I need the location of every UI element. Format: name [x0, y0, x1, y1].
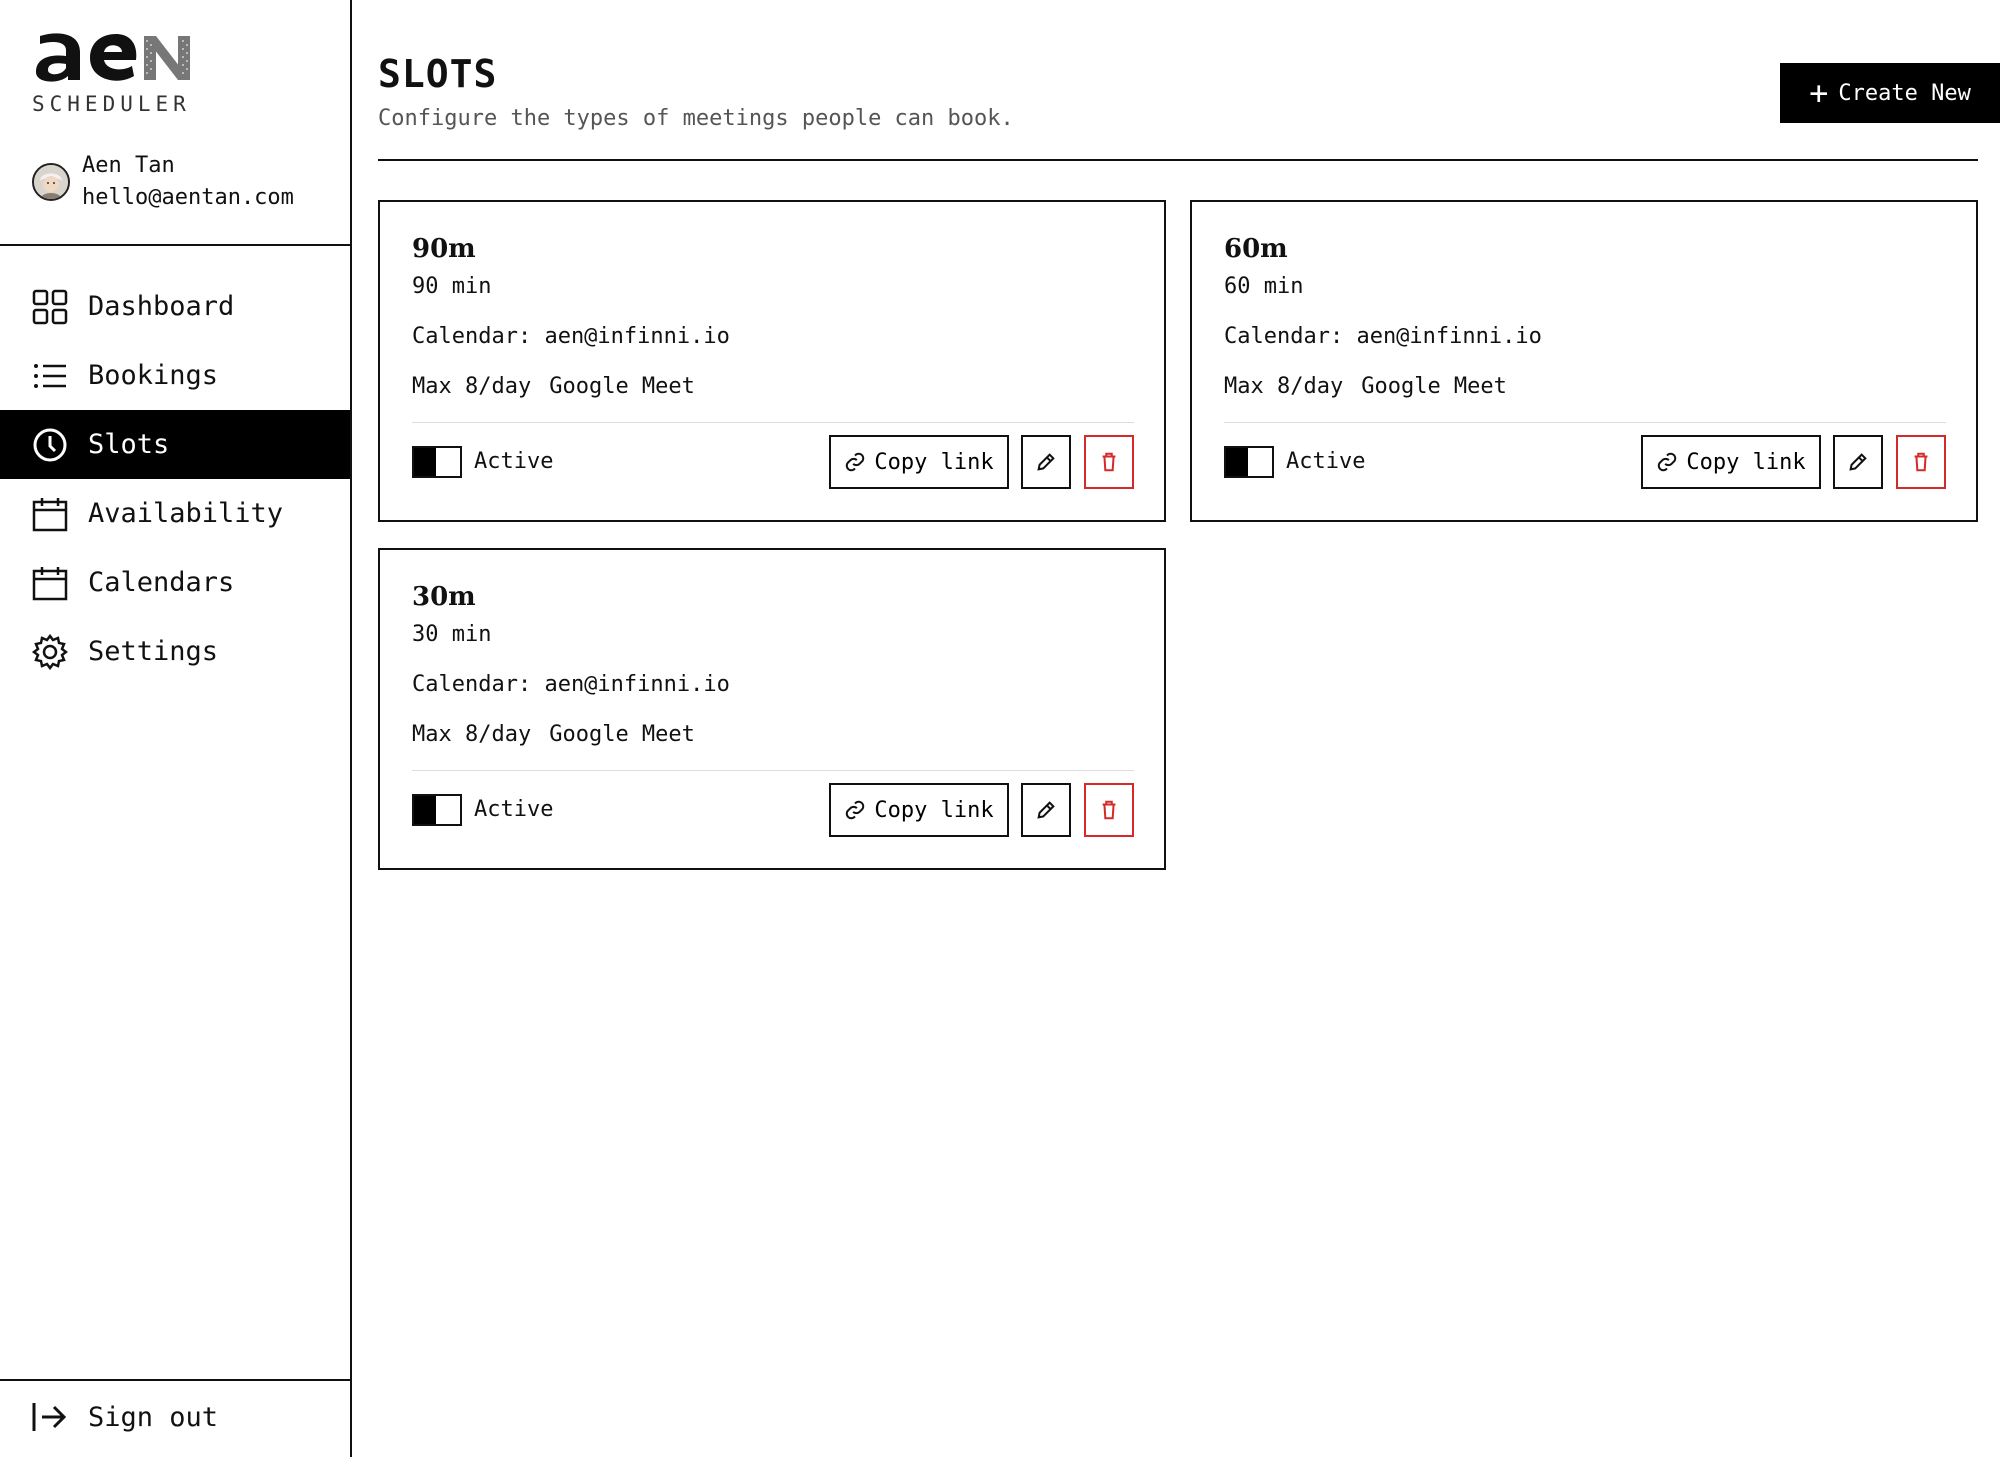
slot-calendar: Calendar: aen@infinni.io — [1224, 324, 1542, 349]
slot-calendar: Calendar: aen@infinni.io — [412, 324, 730, 349]
slot-location: Google Meet — [549, 374, 695, 399]
sidebar-item-dashboard[interactable]: Dashboard — [0, 272, 350, 341]
slot-title: 60m — [1224, 234, 1288, 264]
slot-max-per-day: Max 8/day — [1224, 374, 1344, 399]
avatar-face-icon — [34, 165, 68, 199]
sign-out-icon — [32, 1399, 68, 1435]
signout-divider — [0, 1379, 350, 1381]
active-toggle[interactable] — [412, 794, 462, 826]
slot-duration: 60 min — [1224, 274, 1304, 299]
slot-duration: 90 min — [412, 274, 492, 299]
brand: SCHEDULER — [32, 28, 194, 116]
plus-icon: + — [1809, 74, 1829, 112]
avatar — [32, 163, 70, 201]
sidebar-item-calendars[interactable]: Calendars — [0, 548, 350, 617]
sidebar-item-label: Availability — [88, 498, 284, 529]
delete-button[interactable] — [1084, 783, 1134, 837]
slot-max-per-day: Max 8/day — [412, 722, 532, 747]
sidebar-divider — [0, 244, 350, 246]
slot-location: Google Meet — [1361, 374, 1507, 399]
sidebar-item-label: Slots — [88, 429, 170, 460]
slot-meta: Max 8/day Google Meet — [1224, 374, 1507, 399]
sidebar-item-label: Calendars — [88, 567, 235, 598]
copy-link-button[interactable]: Copy link — [1641, 435, 1821, 489]
calendar-icon — [32, 496, 68, 532]
sidebar-nav: Dashboard Bookings Slots Availability Ca… — [0, 272, 350, 686]
edit-button[interactable] — [1833, 435, 1883, 489]
calendar-icon — [32, 565, 68, 601]
slot-meta: Max 8/day Google Meet — [412, 722, 695, 747]
copy-link-label: Copy link — [1686, 449, 1806, 475]
gear-icon — [32, 633, 68, 670]
copy-link-button[interactable]: Copy link — [829, 783, 1009, 837]
slot-card: 60m 60 min Calendar: aen@infinni.io Max … — [1190, 200, 1978, 522]
sidebar-item-label: Settings — [88, 636, 219, 667]
active-toggle[interactable] — [1224, 446, 1274, 478]
slot-location: Google Meet — [549, 722, 695, 747]
slot-duration: 30 min — [412, 622, 492, 647]
copy-link-label: Copy link — [874, 797, 994, 823]
sidebar-item-availability[interactable]: Availability — [0, 479, 350, 548]
card-divider — [412, 422, 1134, 423]
trash-icon — [1102, 800, 1116, 820]
link-icon — [1658, 452, 1677, 472]
delete-button[interactable] — [1896, 435, 1946, 489]
active-label: Active — [1286, 449, 1366, 474]
edit-button[interactable] — [1021, 783, 1071, 837]
card-divider — [1224, 422, 1946, 423]
pencil-icon — [1849, 453, 1867, 471]
sidebar-item-settings[interactable]: Settings — [0, 617, 350, 686]
slot-max-per-day: Max 8/day — [412, 374, 532, 399]
sidebar-item-label: Bookings — [88, 360, 219, 391]
slot-card: 30m 30 min Calendar: aen@infinni.io Max … — [378, 548, 1166, 870]
list-icon — [32, 358, 68, 394]
active-label: Active — [474, 797, 554, 822]
edit-button[interactable] — [1021, 435, 1071, 489]
slot-calendar: Calendar: aen@infinni.io — [412, 672, 730, 697]
user-profile[interactable]: Aen Tan hello@aentan.com — [32, 150, 294, 214]
header-divider — [378, 159, 1978, 161]
clock-icon — [32, 427, 68, 463]
user-email: hello@aentan.com — [82, 185, 294, 210]
page-subtitle: Configure the types of meetings people c… — [378, 106, 1014, 131]
page-title: SLOTS — [378, 52, 498, 96]
pencil-icon — [1037, 453, 1055, 471]
card-divider — [412, 770, 1134, 771]
active-label: Active — [474, 449, 554, 474]
slot-card: 90m 90 min Calendar: aen@infinni.io Max … — [378, 200, 1166, 522]
link-icon — [846, 800, 865, 820]
sidebar-item-bookings[interactable]: Bookings — [0, 341, 350, 410]
brand-logo — [36, 33, 190, 82]
copy-link-button[interactable]: Copy link — [829, 435, 1009, 489]
user-name: Aen Tan — [82, 153, 175, 178]
copy-link-label: Copy link — [874, 449, 994, 475]
trash-icon — [1102, 452, 1116, 472]
sidebar-item-label: Dashboard — [88, 291, 235, 322]
create-new-button[interactable]: + Create New — [1780, 63, 2000, 123]
sign-out-label: Sign out — [88, 1401, 219, 1433]
brand-subtitle: SCHEDULER — [32, 92, 191, 116]
create-new-label: Create New — [1838, 80, 1971, 106]
trash-icon — [1914, 452, 1928, 472]
slot-meta: Max 8/day Google Meet — [412, 374, 695, 399]
slot-title: 90m — [412, 234, 476, 264]
link-icon — [846, 452, 865, 472]
slot-title: 30m — [412, 582, 476, 612]
sidebar: SCHEDULER Aen Tan hello@aentan.com Dashb… — [0, 0, 352, 1457]
sidebar-item-slots[interactable]: Slots — [0, 410, 350, 479]
sign-out-button[interactable]: Sign out — [32, 1399, 218, 1435]
pencil-icon — [1037, 801, 1055, 819]
main-content: SLOTS Configure the types of meetings pe… — [352, 0, 2000, 1457]
grid-icon — [32, 289, 68, 325]
delete-button[interactable] — [1084, 435, 1134, 489]
active-toggle[interactable] — [412, 446, 462, 478]
